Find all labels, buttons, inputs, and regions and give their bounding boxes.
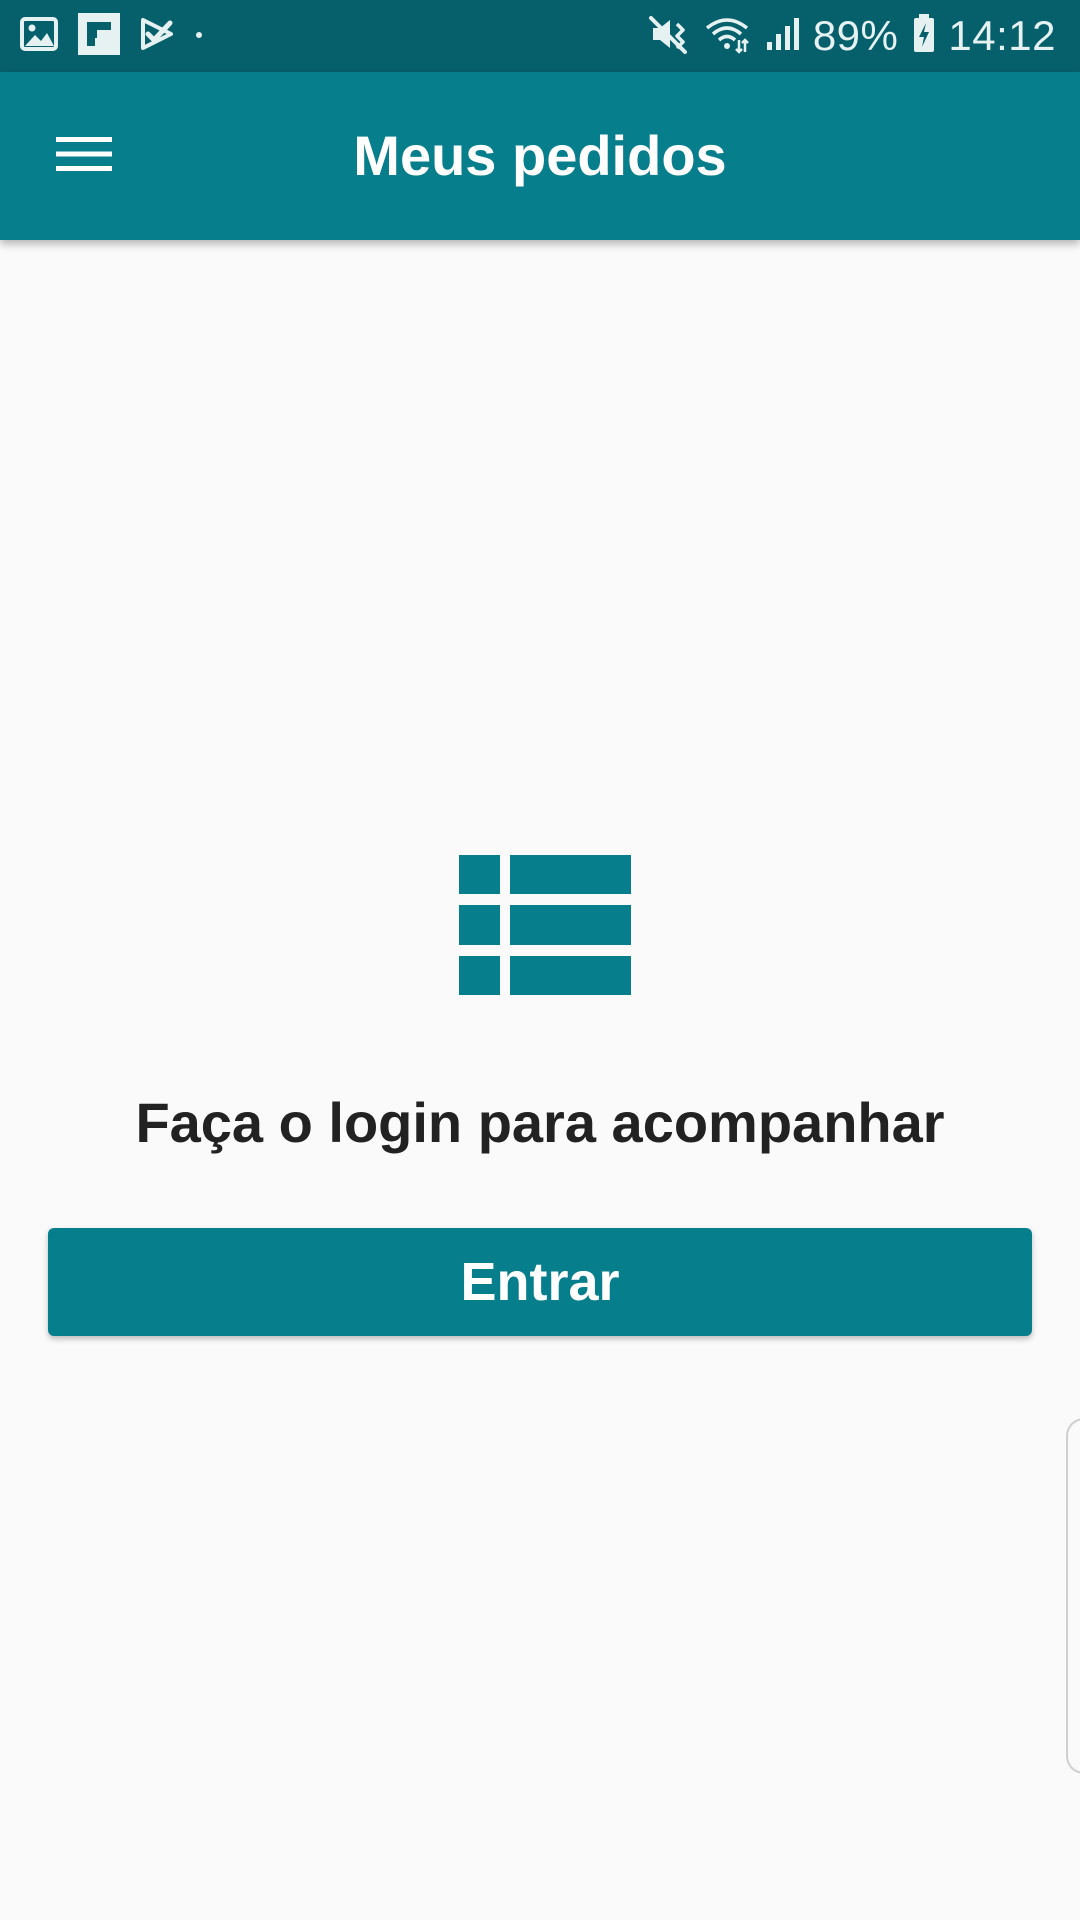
clock: 14:12	[948, 12, 1056, 59]
notification-icons	[20, 12, 224, 60]
check-notification-icon	[140, 17, 174, 56]
login-prompt-message: Faça o login para acompanhar	[135, 1091, 945, 1154]
menu-button[interactable]	[36, 112, 132, 200]
page-title: Meus pedidos	[353, 124, 727, 187]
system-icons: 89% 14:12	[633, 10, 1056, 62]
gallery-icon	[20, 16, 58, 56]
dot-icon	[194, 27, 204, 45]
signal-icon	[765, 16, 801, 57]
battery-charging-icon	[912, 13, 936, 59]
edge-panel-handle[interactable]	[1066, 1418, 1080, 1774]
list-icon	[459, 855, 631, 1000]
status-bar: 89% 14:12	[0, 0, 1080, 72]
menu-icon	[56, 134, 112, 179]
app-bar: Meus pedidos	[0, 72, 1080, 240]
login-button[interactable]: Entrar	[48, 1228, 1032, 1336]
vibrate-mute-icon	[647, 14, 689, 59]
flipboard-icon	[78, 12, 120, 60]
battery-percentage: 89%	[812, 12, 899, 59]
wifi-icon	[703, 14, 751, 59]
